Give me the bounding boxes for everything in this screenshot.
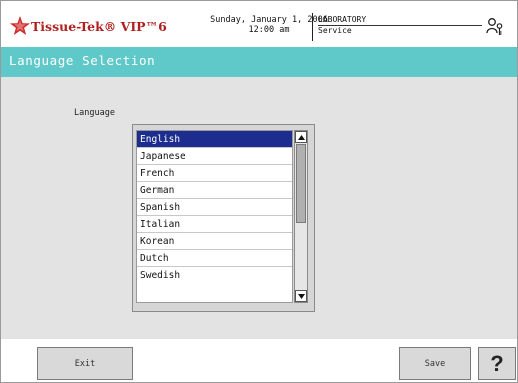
save-button[interactable]: Save	[399, 347, 471, 380]
star-logo-icon	[10, 16, 30, 35]
language-option-german[interactable]: German	[137, 182, 292, 199]
language-option-italian[interactable]: Italian	[137, 216, 292, 233]
language-list[interactable]: English Japanese French German Spanish I…	[136, 130, 293, 303]
help-button[interactable]: ?	[478, 347, 516, 380]
language-option-dutch[interactable]: Dutch	[137, 250, 292, 267]
app-window: Tissue-Tek® VIP™6 Sunday, January 1, 200…	[0, 0, 518, 383]
language-scrollbar[interactable]	[294, 130, 308, 303]
language-option-spanish[interactable]: Spanish	[137, 199, 292, 216]
brand-name: Tissue-Tek® VIP™6	[31, 18, 167, 34]
triangle-up-icon	[297, 134, 305, 140]
scroll-up-button[interactable]	[295, 131, 307, 143]
bottom-bar: Exit Save ?	[1, 339, 517, 382]
language-option-korean[interactable]: Korean	[137, 233, 292, 250]
language-option-english[interactable]: English	[137, 131, 292, 148]
exit-button[interactable]: Exit	[37, 347, 133, 380]
title-bar: Language Selection	[1, 47, 517, 77]
language-label: Language	[74, 108, 115, 118]
page-title: Language Selection	[9, 53, 156, 68]
brand-logo: Tissue-Tek® VIP™6	[10, 16, 167, 36]
header: Tissue-Tek® VIP™6 Sunday, January 1, 200…	[1, 1, 517, 45]
location-text: LABORATORY	[318, 15, 367, 24]
header-divider	[312, 13, 313, 41]
location-underline	[318, 25, 482, 26]
language-option-japanese[interactable]: Japanese	[137, 148, 292, 165]
user-login-icon[interactable]	[485, 17, 505, 37]
scroll-thumb[interactable]	[296, 144, 306, 223]
scroll-down-button[interactable]	[295, 290, 307, 302]
triangle-down-icon	[297, 293, 305, 299]
language-option-french[interactable]: French	[137, 165, 292, 182]
mode-text: Service	[318, 26, 352, 35]
main-panel: Language English Japanese French German …	[1, 77, 517, 339]
language-listbox: English Japanese French German Spanish I…	[132, 124, 315, 312]
language-option-swedish[interactable]: Swedish	[137, 267, 292, 284]
